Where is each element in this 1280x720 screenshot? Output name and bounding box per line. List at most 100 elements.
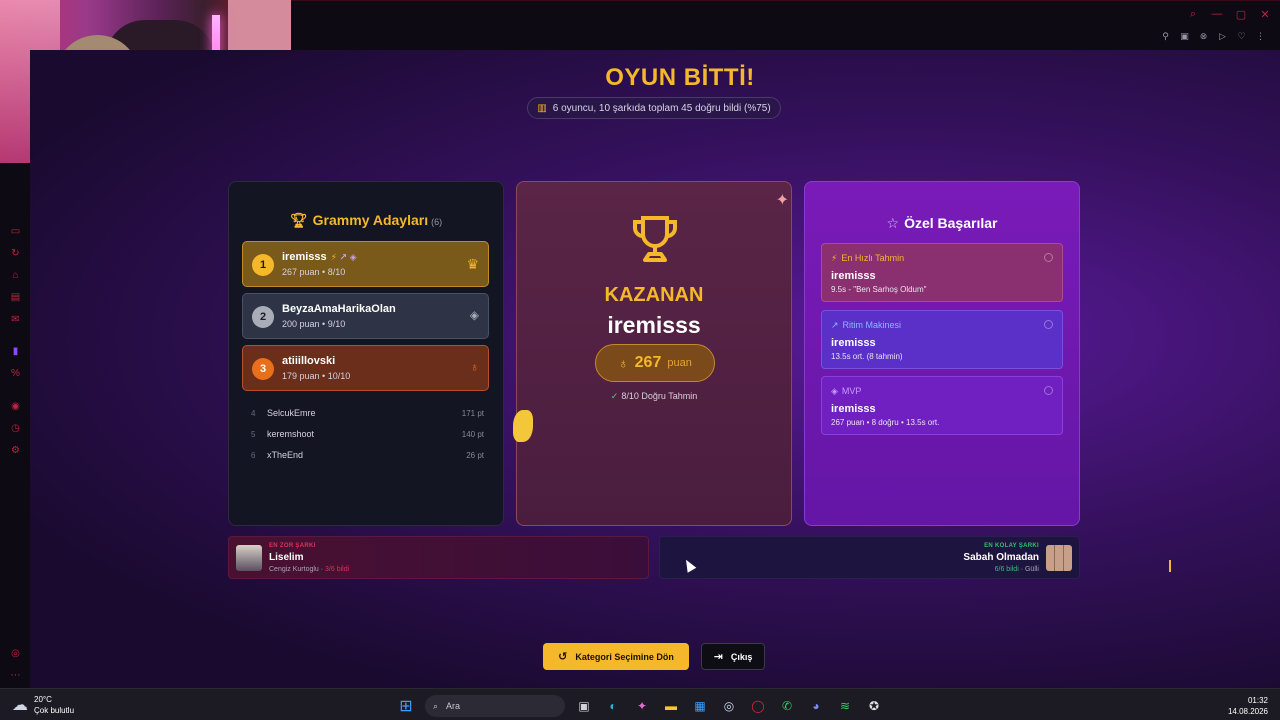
sparkle-icon: ✦ bbox=[775, 192, 789, 209]
pin-icon[interactable]: ⚲ bbox=[1160, 31, 1171, 42]
player-name: iremisss ⚡ ↗ ◈ bbox=[282, 251, 357, 263]
medal-icon: ◈ bbox=[349, 252, 357, 262]
copilot-icon[interactable]: ✦ bbox=[632, 696, 652, 716]
rank-badge: 3 bbox=[252, 358, 274, 380]
trophy-icon: 🏆︎ bbox=[289, 212, 308, 228]
screenshot-icon[interactable]: ▣ bbox=[1179, 31, 1190, 42]
player-stats: 179 puan • 10/10 bbox=[282, 371, 351, 381]
winner-correct: ✓ 8/10 Doğru Tahmin bbox=[610, 391, 698, 401]
album-cover bbox=[1046, 545, 1072, 571]
confetti-decoration bbox=[513, 410, 533, 442]
podium-row-3[interactable]: 3 atiiillovski 179 puan • 10/10 ♁ bbox=[242, 345, 489, 391]
player-badges: ⚡ ↗ ◈ bbox=[331, 252, 357, 262]
player-stats: 200 puan • 9/10 bbox=[282, 319, 346, 329]
task-view-icon[interactable]: ▣ bbox=[574, 696, 594, 716]
leaderboard-card: 🏆︎ Grammy Adayları (6) 1 iremisss ⚡ ↗ ◈ 267… bbox=[228, 181, 504, 526]
more-icon[interactable]: ⋯ bbox=[9, 669, 22, 682]
mail-icon[interactable]: ✉ bbox=[9, 313, 22, 326]
weather-temp: 20°C bbox=[34, 695, 52, 704]
song-name: Liselim bbox=[269, 552, 304, 563]
easiest-song[interactable]: EN KOLAY ŞARKI Sabah Olmadan 6/6 bildi ·… bbox=[659, 536, 1080, 579]
leaderboard-header: 🏆︎ Grammy Adayları (6) bbox=[229, 212, 503, 229]
winner-points-badge: ♁ 267 puan bbox=[595, 344, 715, 382]
winner-points: 267 bbox=[634, 354, 662, 371]
list-item[interactable]: 5 keremshoot 140 pt bbox=[251, 426, 484, 442]
star-icon: ☆ bbox=[886, 215, 900, 231]
back-to-categories-button[interactable]: ↺ Kategori Seçimine Dön bbox=[543, 643, 689, 670]
gx-icon[interactable]: ◎ bbox=[9, 647, 22, 660]
clock-icon[interactable]: ◷ bbox=[9, 422, 22, 435]
check-circle-icon: ✓ bbox=[610, 391, 619, 401]
system-clock[interactable]: 01:32 14.08.2026 bbox=[1228, 695, 1268, 717]
extension-bar: ⚲ ▣ ⊗ ▷ ♡ ⋮ bbox=[1160, 31, 1266, 42]
rank-badge: 1 bbox=[252, 254, 274, 276]
player-points: 171 pt bbox=[461, 408, 484, 418]
app-icon[interactable]: ✪ bbox=[864, 696, 884, 716]
rank-number: 5 bbox=[251, 429, 256, 439]
album-cover bbox=[236, 545, 262, 571]
weather-widget[interactable]: ☁ 20°C Çok bulutlu bbox=[12, 694, 74, 716]
achievement-mvp[interactable]: ◈ MVP iremisss 267 puan • 8 doğru • 13.5s… bbox=[821, 376, 1063, 435]
rank-badge: 2 bbox=[252, 306, 274, 328]
taskbar-search[interactable]: ⌕ Ara bbox=[425, 695, 565, 717]
heart-icon[interactable]: ♡ bbox=[1236, 31, 1247, 42]
settings-icon[interactable]: ⚙ bbox=[9, 444, 22, 457]
search-icon[interactable]: ⌕ bbox=[1186, 7, 1200, 21]
info-icon[interactable] bbox=[1044, 320, 1053, 329]
hardest-song[interactable]: EN ZOR ŞARKI Liselim Cengiz Kurtoglu · 3… bbox=[228, 536, 649, 579]
list-item[interactable]: 4 SelcukEmre 171 pt bbox=[251, 405, 484, 421]
clock-date: 14.08.2026 bbox=[1227, 707, 1268, 716]
rank-number: 6 bbox=[251, 450, 256, 460]
search-icon: ⌕ bbox=[433, 700, 439, 711]
close-icon[interactable]: ✕ bbox=[1258, 7, 1272, 21]
folder-icon[interactable]: ▬ bbox=[661, 696, 681, 716]
achievement-title: ⚡ En Hızlı Tahmin bbox=[831, 253, 905, 263]
taskbar-apps: ⊞ ⌕ Ara ▣ ◐ ✦ ▬ ▦ ◎ ◯ ✆ ◕ ≋ ✪ bbox=[396, 695, 884, 717]
podium-row-1[interactable]: 1 iremisss ⚡ ↗ ◈ 267 puan • 8/10 ♛ bbox=[242, 241, 489, 287]
maximize-icon[interactable]: ▢ bbox=[1234, 7, 1248, 21]
player-name: atiiillovski bbox=[282, 355, 336, 367]
summary-text: 6 oyuncu, 10 şarkıda toplam 45 doğru bil… bbox=[552, 102, 771, 114]
minimize-icon[interactable]: — bbox=[1210, 7, 1224, 21]
refresh-icon[interactable]: ↻ bbox=[9, 247, 22, 260]
info-icon[interactable] bbox=[1044, 386, 1053, 395]
menu-icon[interactable]: ⋮ bbox=[1255, 31, 1266, 42]
twitch-icon[interactable]: ▮ bbox=[9, 345, 22, 358]
achievement-rhythm[interactable]: ↗ Ritim Makinesi iremisss 13.5s ort. (8 t… bbox=[821, 310, 1063, 369]
exit-button[interactable]: ⇥ Çıkış bbox=[701, 643, 765, 670]
achievement-player: iremisss bbox=[831, 403, 876, 415]
taskbar: ☁ 20°C Çok bulutlu ⊞ ⌕ Ara ▣ ◐ ✦ ▬ ▦ ◎ ◯ … bbox=[0, 688, 1280, 720]
spotify-icon[interactable]: ≋ bbox=[835, 696, 855, 716]
whatsapp-icon[interactable]: ✆ bbox=[777, 696, 797, 716]
weather-desc: Çok bulutlu bbox=[34, 706, 75, 715]
lightning-icon: ⚡ bbox=[330, 252, 337, 262]
tv-icon[interactable]: ▤ bbox=[9, 291, 22, 304]
discord-icon[interactable]: ◕ bbox=[806, 696, 826, 716]
medal-icon: ◈ bbox=[831, 386, 838, 396]
achievement-title: ◈ MVP bbox=[831, 386, 862, 396]
rank-number: 4 bbox=[251, 408, 256, 418]
percent-icon[interactable]: % bbox=[9, 367, 22, 380]
edge-icon[interactable]: ◐ bbox=[603, 696, 623, 716]
song-name: Sabah Olmadan bbox=[963, 552, 1039, 563]
shield-icon[interactable]: ⊗ bbox=[1198, 31, 1209, 42]
achievement-fastest[interactable]: ⚡ En Hızlı Tahmin iremisss 9.5s - "Ben Sa… bbox=[821, 243, 1063, 302]
achievements-title: Özel Başarılar bbox=[904, 215, 998, 231]
play-icon[interactable]: ▷ bbox=[1217, 31, 1228, 42]
steam-icon[interactable]: ◎ bbox=[719, 696, 739, 716]
play-circle-icon[interactable]: ◉ bbox=[9, 400, 22, 413]
store-icon[interactable]: ▦ bbox=[690, 696, 710, 716]
leaderboard-count: (6) bbox=[431, 217, 443, 227]
achievements-header: ☆ Özel Başarılar bbox=[805, 215, 1079, 232]
achievement-player: iremisss bbox=[831, 270, 876, 282]
podium-row-2[interactable]: 2 BeyzaAmaHarikaOlan 200 puan • 9/10 ◈ bbox=[242, 293, 489, 339]
player-name: keremshoot bbox=[267, 429, 315, 439]
opera-gx-icon[interactable]: ◯ bbox=[748, 696, 768, 716]
clock-time: 01:32 bbox=[1247, 696, 1268, 705]
gamepad-icon[interactable]: ▭ bbox=[9, 225, 22, 238]
achievement-player: iremisss bbox=[831, 337, 876, 349]
list-item[interactable]: 6 xTheEnd 26 pt bbox=[251, 447, 484, 463]
info-icon[interactable] bbox=[1044, 253, 1053, 262]
windows-start-icon[interactable]: ⊞ bbox=[396, 696, 416, 716]
bag-icon[interactable]: ⌂ bbox=[9, 269, 22, 282]
